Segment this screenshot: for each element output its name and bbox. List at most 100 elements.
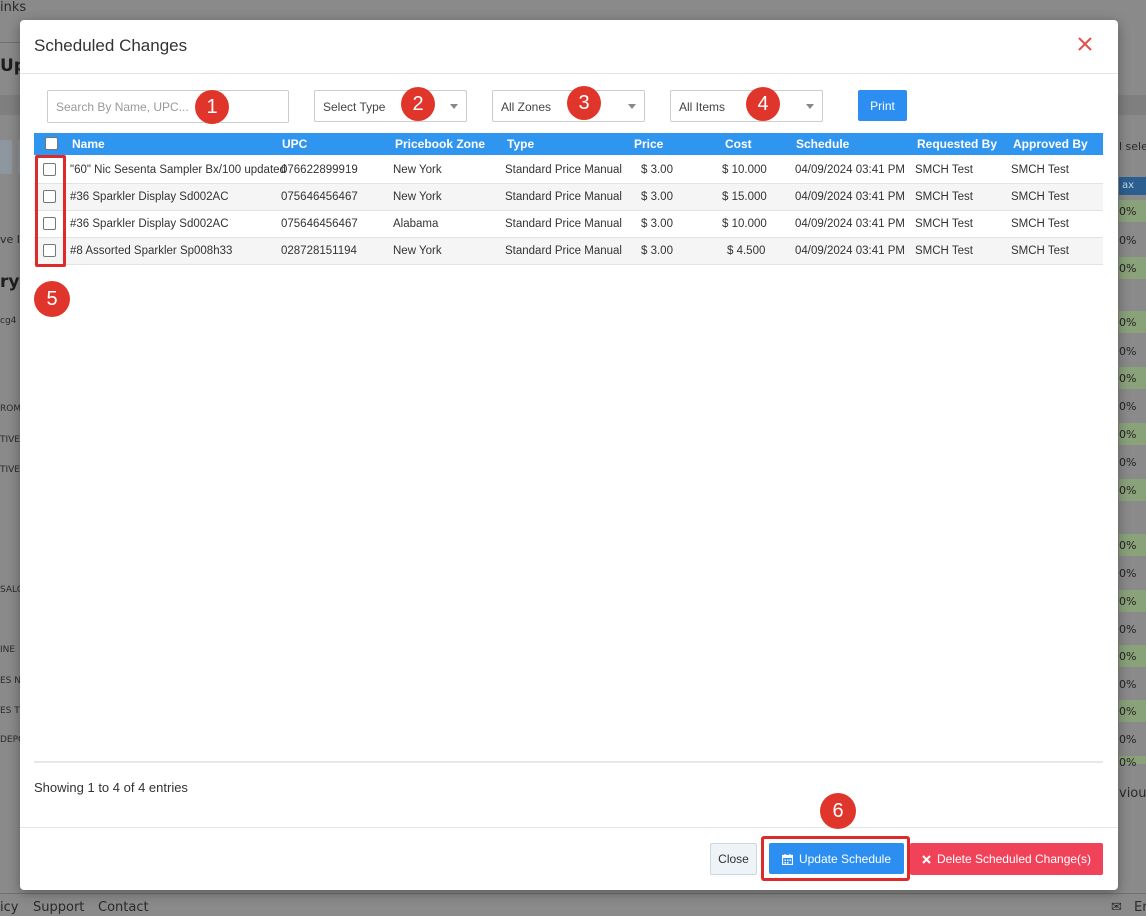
table-row[interactable]: #36 Sparkler Display Sd002AC 07564645646… xyxy=(34,211,1103,238)
bg-footer-link: Contact xyxy=(98,900,149,915)
cell-cost: $ 10.000 xyxy=(722,164,767,176)
delete-scheduled-changes-button[interactable]: Delete Scheduled Change(s) xyxy=(910,843,1103,875)
cell-cost: $ 4.500 xyxy=(727,245,766,257)
bg-tax-cell: 0% xyxy=(1119,590,1146,612)
chevron-down-icon xyxy=(628,104,636,109)
cell-type: Standard Price Manual xyxy=(505,164,622,176)
annotation-badge: 3 xyxy=(567,86,601,120)
cell-approved-by: SMCH Test xyxy=(1011,218,1069,230)
bg-tax-cell: 0% xyxy=(1119,423,1146,445)
calendar-icon xyxy=(781,853,793,865)
table-row[interactable]: #8 Assorted Sparkler Sp008h33 0287281511… xyxy=(34,238,1103,265)
bg-top-link: inks xyxy=(0,0,27,15)
cell-name: #36 Sparkler Display Sd002AC xyxy=(70,218,229,230)
bg-tax-cell: 0% xyxy=(1119,200,1146,222)
chevron-down-icon xyxy=(450,104,458,109)
column-header-upc[interactable]: UPC xyxy=(282,137,307,151)
cell-requested-by: SMCH Test xyxy=(915,245,973,257)
cell-upc: 076622899919 xyxy=(281,164,358,176)
cell-price: $ 3.00 xyxy=(641,218,673,230)
cell-type: Standard Price Manual xyxy=(505,218,622,230)
table-row[interactable]: #36 Sparkler Display Sd002AC 07564645646… xyxy=(34,184,1103,211)
cell-zone: Alabama xyxy=(393,218,439,230)
column-header-price[interactable]: Price xyxy=(634,137,663,151)
bg-tax-cell: 0% xyxy=(1119,562,1146,584)
close-button[interactable]: Close xyxy=(710,843,757,875)
bg-tax-header: ax xyxy=(1119,177,1146,195)
print-button[interactable]: Print xyxy=(858,90,907,121)
scheduled-changes-modal: Scheduled Changes Select Type All Zones … xyxy=(20,20,1118,890)
bg-row-label: TIVE xyxy=(0,435,20,445)
column-header-name[interactable]: Name xyxy=(72,137,105,151)
bg-tax-cell: 0% xyxy=(1119,756,1146,769)
bg-tax-cell: 0% xyxy=(1119,340,1146,362)
bg-tax-cell: 0% xyxy=(1119,700,1146,722)
bg-tax-cell: 0% xyxy=(1119,728,1146,750)
cell-zone: New York xyxy=(393,245,442,257)
column-header-zone[interactable]: Pricebook Zone xyxy=(395,137,485,151)
cell-name: #36 Sparkler Display Sd002AC xyxy=(70,191,229,203)
bg-row-label: INE xyxy=(0,645,16,655)
cell-schedule: 04/09/2024 03:41 PM xyxy=(795,245,905,257)
column-header-type[interactable]: Type xyxy=(507,137,534,151)
column-header-requested-by[interactable]: Requested By xyxy=(917,137,997,151)
bg-divider xyxy=(0,42,20,43)
cell-schedule: 04/09/2024 03:41 PM xyxy=(795,218,905,230)
bg-footer-link: Support xyxy=(33,900,85,915)
bg-footer-link: icy xyxy=(0,900,19,915)
bg-previous: vious xyxy=(1119,786,1146,801)
column-header-cost[interactable]: Cost xyxy=(725,137,752,151)
bg-footer-divider xyxy=(0,893,1146,894)
bg-row-label: ES N xyxy=(0,676,21,686)
bg-button xyxy=(0,140,12,174)
cell-upc: 075646456467 xyxy=(281,191,358,203)
cell-upc: 028728151194 xyxy=(281,245,357,257)
cell-price: $ 3.00 xyxy=(641,191,673,203)
bg-tax-cell: 0% xyxy=(1119,618,1146,640)
envelope-icon: ✉ xyxy=(1111,900,1122,915)
items-select-value: All Items xyxy=(679,100,726,114)
type-select[interactable]: Select Type xyxy=(314,90,467,122)
checkbox-column-highlight xyxy=(35,155,66,267)
bg-tax-cell: 0% xyxy=(1119,479,1146,501)
cell-type: Standard Price Manual xyxy=(505,245,622,257)
search-input[interactable] xyxy=(47,90,289,123)
cell-zone: New York xyxy=(393,164,442,176)
cell-zone: New York xyxy=(393,191,442,203)
bg-tax-cell: 0% xyxy=(1119,673,1146,695)
annotation-badge: 5 xyxy=(34,281,70,317)
table-header: Name UPC Pricebook Zone Type Price Cost … xyxy=(34,133,1103,155)
update-schedule-button[interactable]: Update Schedule xyxy=(769,843,904,874)
cell-requested-by: SMCH Test xyxy=(915,164,973,176)
table-row[interactable]: "60" Nic Sesenta Sampler Bx/100 updated … xyxy=(34,157,1103,184)
cell-price: $ 3.00 xyxy=(641,245,673,257)
type-select-value: Select Type xyxy=(323,100,386,114)
bg-tax-cell: 0% xyxy=(1119,229,1146,251)
cell-cost: $ 15.000 xyxy=(722,191,767,203)
table-bottom-divider xyxy=(34,761,1103,763)
cell-requested-by: SMCH Test xyxy=(915,218,973,230)
modal-footer-divider xyxy=(20,827,1118,828)
bg-row-label: ROM xyxy=(0,404,22,414)
delete-label: Delete Scheduled Change(s) xyxy=(936,852,1092,866)
cell-approved-by: SMCH Test xyxy=(1011,245,1069,257)
cell-name: "60" Nic Sesenta Sampler Bx/100 updated xyxy=(70,164,286,176)
bg-row-label: ES T xyxy=(0,706,20,716)
cell-cost: $ 10.000 xyxy=(722,218,767,230)
update-schedule-label: Update Schedule xyxy=(798,851,892,866)
cell-schedule: 04/09/2024 03:41 PM xyxy=(795,191,905,203)
column-header-schedule[interactable]: Schedule xyxy=(796,137,849,151)
cell-upc: 075646456467 xyxy=(281,218,358,230)
bg-code: cg4 xyxy=(0,316,17,326)
annotation-badge: 1 xyxy=(195,90,229,124)
annotation-badge: 4 xyxy=(746,87,780,121)
entries-info: Showing 1 to 4 of 4 entries xyxy=(34,780,188,795)
modal-title: Scheduled Changes xyxy=(34,36,188,55)
bg-select-fragment: l sele xyxy=(1119,140,1146,153)
column-header-approved-by[interactable]: Approved By xyxy=(1013,137,1088,151)
bg-tax-cell: 0% xyxy=(1119,395,1146,417)
bg-tax-cell: 0% xyxy=(1119,534,1146,556)
close-icon[interactable] xyxy=(1076,35,1094,53)
annotation-badge: 2 xyxy=(401,87,435,121)
select-all-checkbox[interactable] xyxy=(45,137,58,150)
